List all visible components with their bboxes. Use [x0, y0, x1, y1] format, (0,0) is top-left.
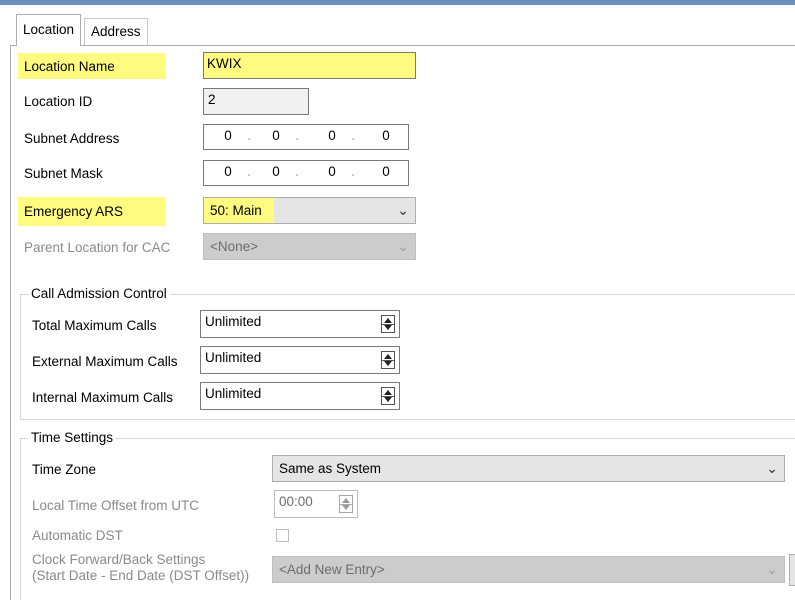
total-max-calls-spinner[interactable]: Unlimited [200, 310, 400, 338]
tab-strip: Location Address [0, 5, 795, 46]
chevron-down-icon: ⌄ [766, 561, 778, 577]
total-max-calls-value: Unlimited [205, 314, 262, 329]
octet-separator: . [247, 128, 251, 143]
subnet-mask-octet-2[interactable]: 0 [266, 164, 286, 179]
subnet-address-label: Subnet Address [24, 131, 120, 146]
spin-updown-icon[interactable] [381, 387, 395, 405]
emergency-ars-label: Emergency ARS [24, 204, 124, 219]
clock-settings-value: <Add New Entry> [279, 562, 385, 577]
clock-settings-label: Clock Forward/Back Settings (Start Date … [32, 552, 249, 584]
subnet-address-octet-1[interactable]: 0 [218, 128, 238, 143]
tab-location[interactable]: Location [16, 14, 82, 46]
external-max-calls-value: Unlimited [205, 350, 262, 365]
time-zone-label: Time Zone [32, 462, 97, 477]
octet-separator: . [247, 164, 251, 179]
clock-settings-select: <Add New Entry> ⌄ [272, 556, 785, 583]
location-name-value: KWIX [207, 56, 242, 71]
location-id-label: Location ID [24, 94, 93, 109]
subnet-mask-octet-4[interactable]: 0 [376, 164, 396, 179]
tab-address[interactable]: Address [84, 18, 148, 46]
subnet-mask-octet-3[interactable]: 0 [322, 164, 342, 179]
local-offset-spinner: 00:00 [274, 490, 358, 518]
subnet-address-octet-2[interactable]: 0 [266, 128, 286, 143]
internal-max-calls-value: Unlimited [205, 386, 262, 401]
location-name-label: Location Name [24, 59, 115, 74]
parent-location-label: Parent Location for CAC [24, 240, 171, 255]
external-max-calls-spinner[interactable]: Unlimited [200, 346, 400, 374]
local-offset-value: 00:00 [279, 494, 313, 509]
automatic-dst-checkbox [276, 529, 289, 542]
time-settings-title: Time Settings [28, 430, 117, 445]
clock-settings-side-button[interactable] [789, 554, 795, 586]
parent-location-value: <None> [210, 239, 259, 254]
octet-separator: . [295, 128, 299, 143]
location-id-input: 2 [203, 88, 309, 115]
parent-location-select: <None> ⌄ [203, 233, 416, 260]
automatic-dst-label: Automatic DST [32, 528, 123, 543]
octet-separator: . [351, 164, 355, 179]
subnet-mask-label: Subnet Mask [24, 166, 103, 181]
octet-separator: . [351, 128, 355, 143]
subnet-mask-input[interactable]: 0 . 0 . 0 . 0 [203, 160, 409, 186]
call-admission-title: Call Admission Control [28, 286, 170, 301]
chevron-down-icon: ⌄ [397, 238, 409, 254]
chevron-down-icon: ⌄ [766, 460, 778, 476]
internal-max-calls-spinner[interactable]: Unlimited [200, 382, 400, 410]
panel-left-border [10, 45, 11, 600]
subnet-address-input[interactable]: 0 . 0 . 0 . 0 [203, 124, 409, 150]
spin-updown-icon [339, 495, 353, 513]
subnet-mask-octet-1[interactable]: 0 [218, 164, 238, 179]
spin-updown-icon[interactable] [381, 351, 395, 369]
clock-settings-label-line1: Clock Forward/Back Settings [32, 552, 206, 567]
chevron-down-icon: ⌄ [397, 202, 409, 218]
time-zone-select[interactable]: Same as System ⌄ [272, 455, 785, 482]
emergency-ars-value: 50: Main [210, 203, 262, 218]
clock-settings-label-line2: (Start Date - End Date (DST Offset)) [32, 568, 250, 583]
subnet-address-octet-3[interactable]: 0 [322, 128, 342, 143]
local-offset-label: Local Time Offset from UTC [32, 498, 200, 513]
internal-max-calls-label: Internal Maximum Calls [32, 390, 174, 405]
total-max-calls-label: Total Maximum Calls [32, 318, 157, 333]
external-max-calls-label: External Maximum Calls [32, 354, 178, 369]
spin-updown-icon[interactable] [381, 315, 395, 333]
location-name-input[interactable]: KWIX [203, 52, 416, 79]
location-id-value: 2 [208, 92, 216, 107]
octet-separator: . [295, 164, 299, 179]
emergency-ars-select[interactable]: 50: Main ⌄ [203, 197, 416, 224]
subnet-address-octet-4[interactable]: 0 [376, 128, 396, 143]
time-zone-value: Same as System [279, 461, 382, 476]
tab-strip-border [10, 45, 795, 46]
